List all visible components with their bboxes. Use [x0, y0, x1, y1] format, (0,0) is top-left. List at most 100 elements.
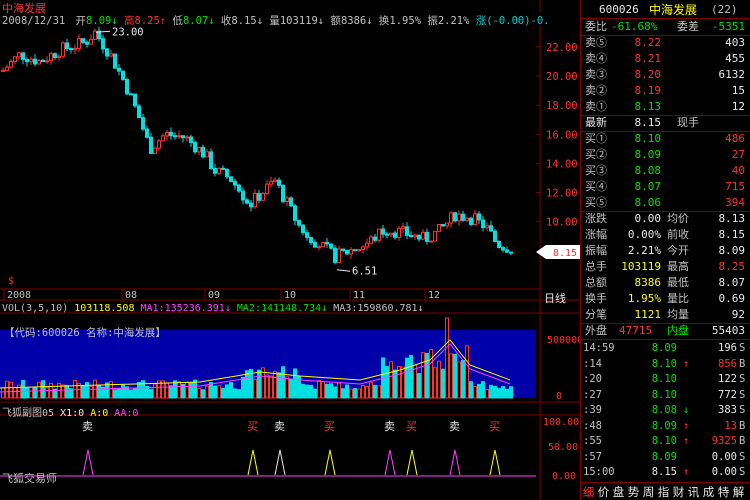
bid-row-5-price: 8.06 — [634, 196, 662, 209]
bid-row-3[interactable]: 买③ 8.08 40 — [581, 163, 750, 179]
candle-body — [365, 242, 369, 248]
vol-bar — [221, 387, 225, 399]
signal-label: 买 — [324, 420, 335, 433]
footer-tab-2[interactable]: 盘 — [611, 484, 626, 500]
ma1-arrow-icon: ↓ — [224, 303, 231, 314]
stat-value-2: 8.25 — [718, 260, 746, 273]
signal-label: 卖 — [274, 420, 285, 433]
candle-body — [473, 213, 477, 225]
candle-body — [421, 231, 425, 240]
inner-value: 55403 — [711, 324, 745, 337]
candle-body — [181, 135, 185, 139]
candle-body — [401, 226, 405, 229]
stat-row-2: 涨幅 0.00% 前收 8.15 — [581, 227, 750, 243]
bid-row-1-label: 买① — [585, 132, 607, 145]
vol-bar — [485, 389, 489, 399]
bid-row-4-vol: 715 — [725, 180, 745, 193]
vol-title: VOL(3,5,10) — [2, 303, 69, 314]
vol-bar — [461, 360, 465, 399]
footer-tab-3[interactable]: 势 — [626, 484, 641, 500]
tick-time: :48 — [583, 419, 602, 432]
candle-body — [213, 167, 217, 174]
tick-vol: 9325 — [711, 435, 737, 447]
ask-row-3[interactable]: 卖③ 8.20 6132 — [581, 67, 750, 83]
tick-vol: 196 — [718, 342, 737, 354]
vol-bar — [177, 381, 181, 399]
stat-value: 1121 — [634, 308, 662, 321]
month-label: 2008 — [7, 290, 31, 301]
vol-bar — [301, 383, 305, 399]
bid-row-1[interactable]: 买① 8.10 486 — [581, 131, 750, 147]
ask-row-4[interactable]: 卖② 8.19 15 — [581, 83, 750, 99]
vol-bar — [369, 381, 373, 399]
tick-time: :20 — [583, 373, 602, 385]
month-label: 12 — [428, 290, 440, 301]
stat-value: 1.95% — [627, 292, 661, 305]
ask-row-2[interactable]: 卖④ 8.21 455 — [581, 51, 750, 67]
signal-label: 卖 — [384, 420, 395, 433]
bid-row-4[interactable]: 买④ 8.07 715 — [581, 179, 750, 195]
footer-tab-8[interactable]: 成 — [701, 484, 716, 500]
candle-body — [501, 247, 505, 251]
footer-tab-0[interactable]: 细 — [581, 484, 596, 500]
vol-bar — [197, 387, 201, 399]
panel-name: 中海发展 — [649, 3, 698, 17]
candle-body — [117, 67, 121, 72]
candle-body — [225, 168, 229, 178]
vol-bar — [165, 382, 169, 399]
ma2-arrow-icon: ↓ — [321, 303, 328, 314]
signal-triangle — [384, 449, 396, 476]
vol-bar — [225, 384, 229, 399]
footer-tab-7[interactable]: 讯 — [686, 484, 701, 500]
tick-side: B — [739, 435, 746, 447]
vol-bar — [173, 380, 177, 399]
footer-tab-1[interactable]: 价 — [596, 484, 611, 500]
vol-bar — [81, 385, 85, 399]
candle-body — [17, 52, 21, 58]
ind-a: A:0 — [90, 408, 109, 419]
tick-price: 8.15 — [651, 466, 677, 478]
ask-row-1[interactable]: 卖⑤ 8.22 403 — [581, 35, 750, 51]
tick-side: S — [739, 450, 746, 463]
last-label: 最新 — [585, 116, 607, 129]
candle-body — [197, 146, 201, 153]
tick-row: :39 8.08 ↓ 383 S — [581, 403, 750, 418]
kline-chart-area[interactable]: 2008/12/31 开8.09↓ 高8.25↑ 低8.07↓ 收8.15↓ 量… — [0, 0, 580, 500]
vol-bar — [61, 384, 65, 399]
candle-body — [57, 55, 61, 58]
tick-side: S — [739, 404, 746, 416]
stat-value-2: 8.13 — [718, 212, 746, 225]
vol-bar — [365, 385, 369, 399]
vol-bar — [273, 370, 277, 399]
signal-triangle — [274, 449, 286, 476]
ask-row-5[interactable]: 卖① 8.13 12 — [581, 99, 750, 115]
vol-bar — [349, 388, 353, 399]
footer-tab-4[interactable]: 周 — [641, 484, 656, 500]
stat-label-2: 均价 — [667, 212, 689, 225]
candle-body — [149, 136, 153, 154]
tick-side: S — [739, 342, 746, 354]
stat-value-2: 8.09 — [718, 244, 746, 257]
footer-tab-5[interactable]: 指 — [656, 484, 671, 500]
candle-body — [277, 179, 281, 186]
candle-body — [113, 53, 117, 69]
bid-row-5[interactable]: 买⑤ 8.06 394 — [581, 195, 750, 211]
ask-row-5-vol: 12 — [731, 100, 745, 113]
vol-bar — [65, 385, 69, 399]
vol-bar — [333, 386, 337, 399]
candle-body — [221, 167, 225, 170]
min-marker-label: 6.51 — [352, 266, 377, 278]
footer-tab-6[interactable]: 财 — [671, 484, 686, 500]
tick-side: B — [739, 419, 746, 432]
wecha-label: 委差 — [677, 20, 699, 33]
footer-tab-10[interactable]: 解 — [731, 484, 746, 500]
vol-axis-label: 500000 — [547, 335, 580, 346]
bid-row-2[interactable]: 买② 8.09 27 — [581, 147, 750, 163]
stat-label-2: 前收 — [667, 228, 689, 241]
vol-bar — [389, 361, 393, 399]
footer-tab-9[interactable]: 特 — [716, 484, 731, 500]
bid-row-5-vol: 394 — [725, 196, 745, 209]
period-label[interactable]: 日线 — [544, 290, 566, 306]
candle-body — [465, 217, 469, 221]
stat-label: 振幅 — [585, 244, 607, 257]
